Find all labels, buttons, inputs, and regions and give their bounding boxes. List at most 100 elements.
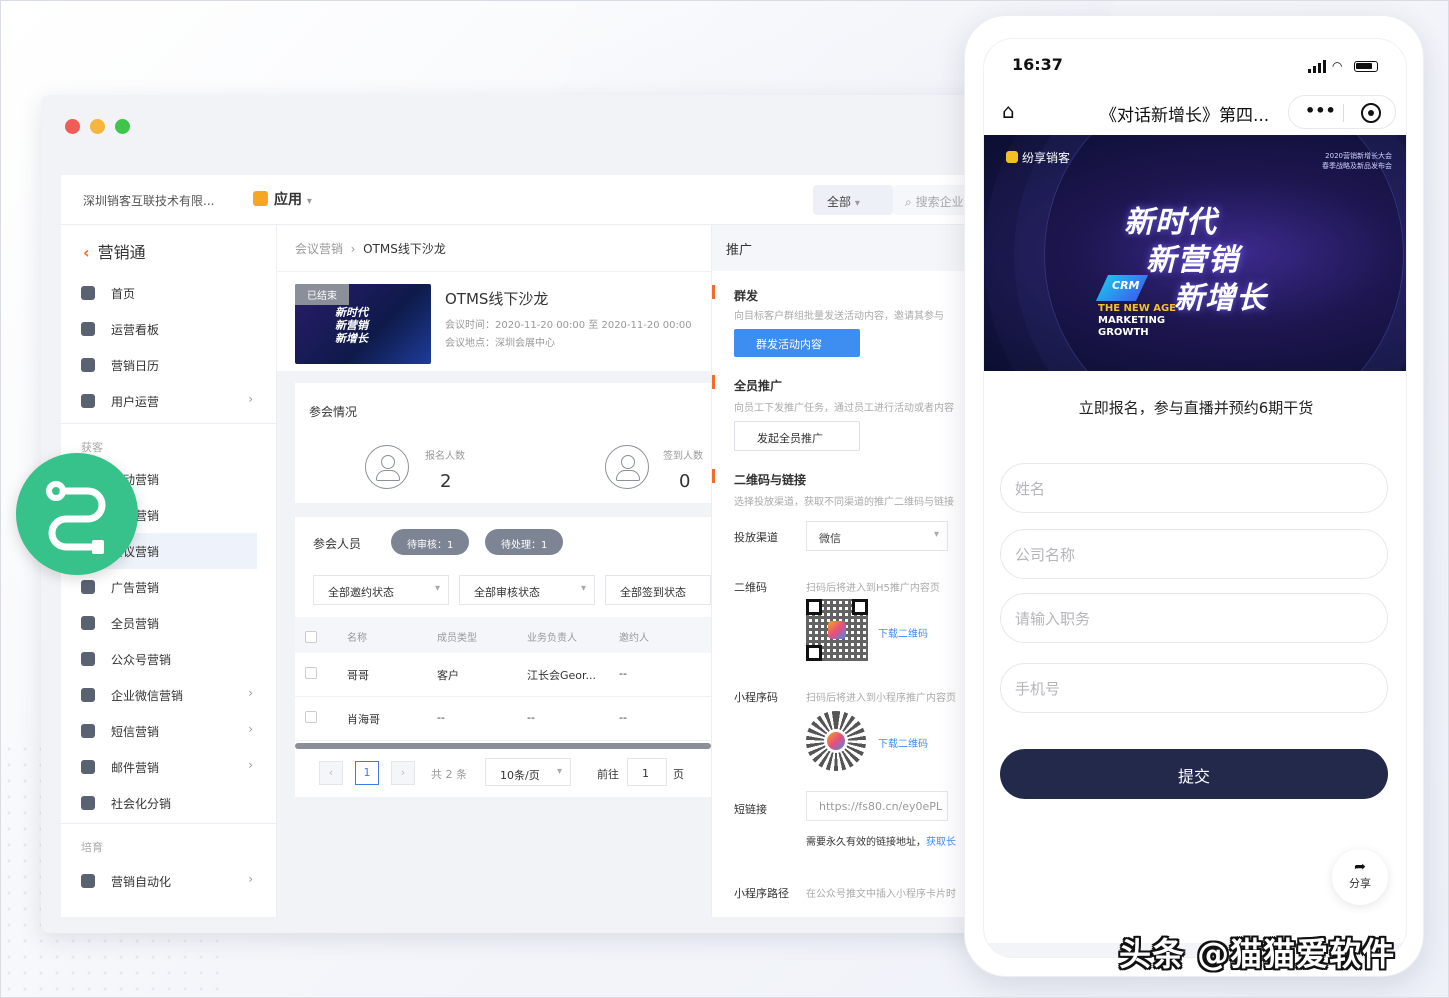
automation-icon — [81, 874, 95, 888]
chevron-right-icon: › — [248, 722, 253, 736]
brand-name: 纷享销客 — [1022, 151, 1071, 165]
banner-english-line: THE NEW AGE — [1098, 303, 1176, 314]
mini-code-desc: 扫码后将进入到小程序推广内容页 — [806, 693, 956, 704]
flow-connector-icon — [46, 481, 106, 554]
sidebar-item-label: 用户运营 — [111, 395, 160, 409]
row-checkbox[interactable] — [305, 667, 317, 679]
sidebar-item-distribution[interactable]: 社会化分销 — [81, 785, 277, 821]
sidebar-item-calendar[interactable]: 营销日历 — [81, 347, 277, 383]
window-close-button[interactable] — [65, 119, 80, 134]
company-name[interactable]: 深圳销客互联技术有限... — [83, 192, 214, 209]
wechat-icon — [81, 652, 95, 666]
close-target-icon[interactable] — [1361, 103, 1381, 123]
search-icon: ⌕ — [905, 195, 912, 209]
checkin-status-value: 全部签到状态 — [620, 586, 686, 599]
page-size-select[interactable]: 10条/页 ▾ — [485, 758, 571, 786]
group-send-button[interactable]: 群发活动内容 — [734, 329, 860, 357]
banner-english-line: MARKETING — [1098, 315, 1166, 326]
channel-select[interactable]: 微信 ▾ — [806, 521, 948, 551]
promotion-title: 推广 — [712, 225, 981, 271]
mini-program-capsule: ••• — [1288, 95, 1396, 129]
sidebar-item-automation[interactable]: 营销自动化 › — [81, 863, 277, 899]
prev-page-button[interactable]: ‹ — [319, 761, 343, 785]
sidebar-item-label: 广告营销 — [111, 581, 160, 595]
submit-button[interactable]: 提交 — [1000, 749, 1388, 799]
window-minimize-button[interactable] — [90, 119, 105, 134]
chevron-right-icon: › — [248, 872, 253, 886]
sidebar-item-wechat[interactable]: 公众号营销 — [81, 641, 277, 677]
sidebar-item-label: 营销日历 — [111, 359, 160, 373]
share-button[interactable]: ➦ 分享 — [1332, 849, 1388, 905]
capsule-divider — [1343, 104, 1344, 122]
get-long-link[interactable]: 获取长 — [926, 837, 956, 848]
sidebar-item-team[interactable]: 全员营销 — [81, 605, 277, 641]
table-row[interactable]: 哥哥 客户 江长会Geor... -- — [295, 653, 711, 697]
phone-number-field[interactable]: 手机号 — [1000, 663, 1388, 713]
qr-section-desc: 选择投放渠道，获取不同渠道的推广二维码与链接 — [734, 497, 954, 508]
channel-value: 微信 — [819, 532, 841, 545]
channel-label: 投放渠道 — [734, 531, 778, 544]
qr-logo-icon — [828, 621, 846, 639]
row-name: 肖海哥 — [347, 713, 380, 726]
sidebar-item-user-ops[interactable]: 用户运营 › — [81, 383, 277, 419]
page-size-value: 10条/页 — [500, 769, 540, 782]
crm-app: 深圳销客互联技术有限... 应用 ▾ 全部 ▾ ⌕ 搜索企业 ‹ 营销通 首页 运… — [61, 175, 981, 917]
registered-label: 报名人数 — [425, 451, 465, 462]
table-row[interactable]: 肖海哥 -- -- -- — [295, 697, 711, 741]
sidebar-item-mail[interactable]: 邮件营销 › — [81, 749, 277, 785]
app-switcher[interactable]: 应用 ▾ — [253, 189, 312, 209]
sidebar-item-sms[interactable]: 短信营销 › — [81, 713, 277, 749]
sidebar-item-home[interactable]: 首页 — [81, 275, 277, 311]
chevron-right-icon: › — [248, 686, 253, 700]
more-icon[interactable]: ••• — [1305, 101, 1336, 120]
page-number-button[interactable]: 1 — [355, 761, 379, 785]
staff-promo-title: 全员推广 — [734, 379, 783, 393]
column-header: 成员类型 — [437, 633, 477, 644]
row-owner: -- — [527, 711, 535, 724]
column-header: 邀约人 — [619, 633, 649, 644]
mini-code-download-link[interactable]: 下载二维码 — [878, 735, 928, 750]
staff-promo-button[interactable]: 发起全员推广 — [734, 421, 860, 451]
sidebar-item-dashboard[interactable]: 运营看板 — [81, 311, 277, 347]
chevron-down-icon: ▾ — [306, 196, 312, 207]
next-page-button[interactable]: › — [391, 761, 415, 785]
chevron-down-icon: ▾ — [933, 529, 939, 540]
chevron-right-icon: › — [248, 392, 253, 406]
checkin-status-select[interactable]: 全部签到状态 — [605, 575, 711, 605]
section-marker — [712, 375, 715, 389]
window-maximize-button[interactable] — [115, 119, 130, 134]
select-all-checkbox[interactable] — [305, 631, 317, 643]
chevron-down-icon: ▾ — [854, 198, 860, 209]
sidebar-title[interactable]: ‹ 营销通 — [83, 239, 146, 263]
company-field[interactable]: 公司名称 — [1000, 529, 1388, 579]
table-horizontal-scrollbar[interactable] — [295, 743, 711, 749]
shortlink-label: 短链接 — [734, 803, 767, 816]
chevron-right-icon: › — [248, 758, 253, 772]
sidebar-item-label: 社会化分销 — [111, 797, 172, 811]
search-scope-select[interactable]: 全部 ▾ — [813, 185, 893, 215]
goto-page-input[interactable]: 1 — [627, 758, 667, 786]
job-title-field[interactable]: 请输入职务 — [1000, 593, 1388, 643]
watermark-text: 头条 @猫猫爱软件 — [1119, 935, 1396, 973]
back-chevron-icon[interactable]: ‹ — [83, 243, 90, 262]
event-thumbnail[interactable]: 已结束 新时代 新营销 新增长 — [295, 284, 431, 364]
home-icon[interactable]: ⌂ — [1002, 99, 1015, 123]
shortlink-input[interactable]: https://fs80.cn/ey0ePL — [806, 791, 948, 821]
sidebar-item-wecom[interactable]: 企业微信营销 › — [81, 677, 277, 713]
row-checkbox[interactable] — [305, 711, 317, 723]
pending-process-pill[interactable]: 待处理：1 — [485, 529, 564, 555]
status-badge: 已结束 — [295, 284, 349, 305]
wecom-icon — [81, 688, 95, 702]
checked-in-label: 签到人数 — [663, 451, 703, 462]
column-header: 业务负责人 — [527, 633, 577, 644]
breadcrumb-parent[interactable]: 会议营销 — [295, 242, 343, 256]
qrcode-download-link[interactable]: 下载二维码 — [878, 625, 928, 640]
event-banner: 纷享销客 2020营销新增长大会 春季战略及新品发布会 新时代 新营销 新增长 C… — [984, 135, 1406, 371]
sidebar-divider — [61, 423, 277, 424]
ad-icon — [81, 580, 95, 594]
review-status-select[interactable]: 全部审核状态 ▾ — [459, 575, 595, 605]
pending-review-pill[interactable]: 待审核：1 — [391, 529, 470, 555]
dashboard-icon — [81, 322, 95, 336]
name-field[interactable]: 姓名 — [1000, 463, 1388, 513]
invite-status-select[interactable]: 全部邀约状态 ▾ — [313, 575, 449, 605]
